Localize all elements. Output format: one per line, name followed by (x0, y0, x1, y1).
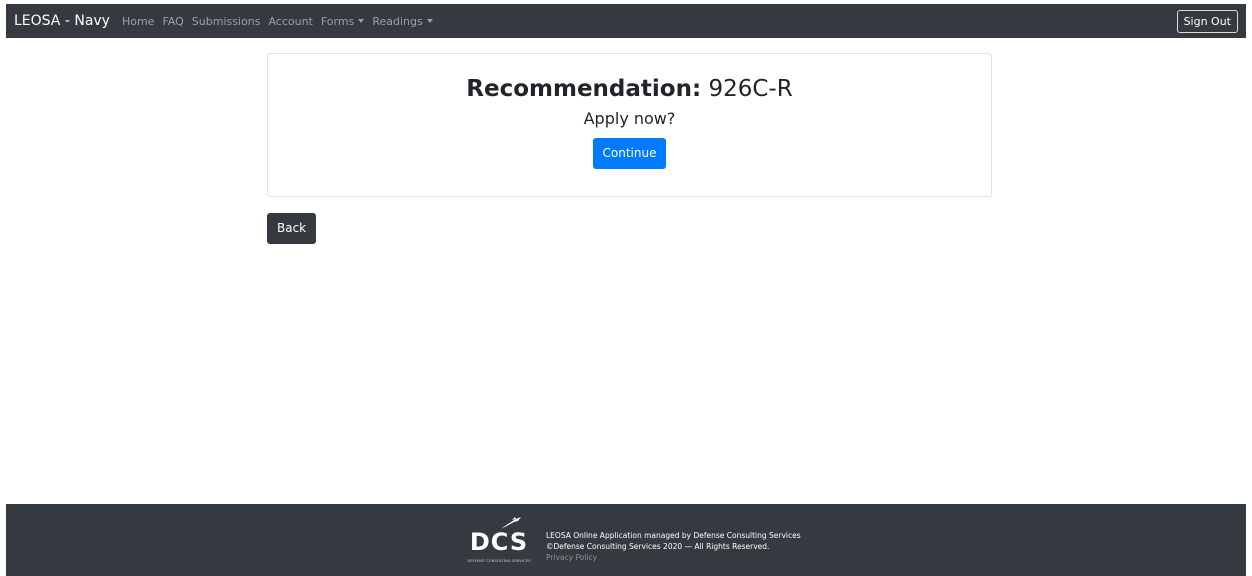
nav-link-faq[interactable]: FAQ (162, 15, 183, 28)
nav-link-submissions[interactable]: Submissions (192, 15, 261, 28)
footer-text: LEOSA Online Application managed by Defe… (546, 530, 801, 563)
nav-links: Home FAQ Submissions Account Forms Readi… (122, 15, 441, 28)
top-navbar: LEOSA - Navy Home FAQ Submissions Accoun… (6, 4, 1246, 38)
footer-managed-by: LEOSA Online Application managed by Defe… (546, 531, 801, 540)
back-button[interactable]: Back (267, 213, 317, 244)
footer-copyright: ©Defense Consulting Services 2020 — All … (546, 542, 770, 551)
nav-link-account[interactable]: Account (268, 15, 312, 28)
logo-text: DCS (469, 528, 529, 556)
recommendation-label: Recommendation: (466, 76, 702, 102)
caret-down-icon (426, 19, 433, 23)
sign-out-button[interactable]: Sign Out (1176, 9, 1238, 33)
nav-link-home-label: Home (121, 14, 155, 28)
nav-dropdown-readings[interactable]: Readings (372, 14, 433, 28)
recommendation-value: 926C-R (708, 76, 793, 102)
continue-button[interactable]: Continue (592, 138, 667, 169)
dcs-logo: DCS DEFENSE CONSULTING SERVICES (466, 516, 532, 568)
nav-link-account-label: Account (268, 14, 313, 28)
nav-link-home[interactable]: Home (122, 15, 154, 28)
privacy-policy-link[interactable]: Privacy Policy (546, 552, 801, 563)
footer-content: DCS DEFENSE CONSULTING SERVICES LEOSA On… (466, 516, 801, 568)
nav-link-submissions-label: Submissions (191, 14, 261, 28)
nav-dropdown-forms[interactable]: Forms (320, 14, 365, 28)
caret-down-icon (358, 19, 365, 23)
nav-dropdown-readings-label: Readings (372, 14, 423, 28)
nav-link-faq-label: FAQ (162, 14, 184, 28)
recommendation-heading: Recommendation: 926C-R (268, 74, 991, 104)
apply-prompt: Apply now? (583, 109, 676, 128)
page: LEOSA - Navy Home FAQ Submissions Accoun… (0, 0, 1252, 576)
footer: DCS DEFENSE CONSULTING SERVICES LEOSA On… (6, 504, 1246, 576)
recommendation-card: Recommendation: 926C-R Apply now? Contin… (267, 53, 992, 197)
nav-dropdown-forms-label: Forms (320, 14, 355, 28)
brand-link[interactable]: LEOSA - Navy (14, 13, 110, 29)
logo-subtitle: DEFENSE CONSULTING SERVICES (467, 559, 531, 563)
